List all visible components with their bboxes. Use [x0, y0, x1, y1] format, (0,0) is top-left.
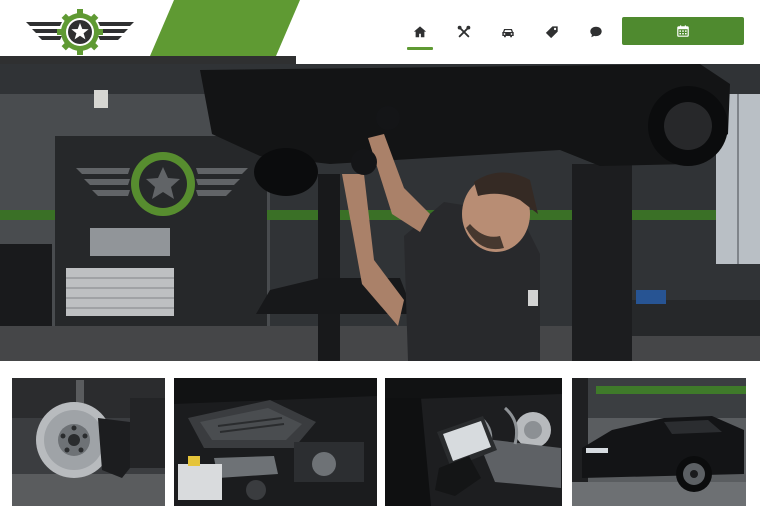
- gallery-thumb-brakes[interactable]: [12, 378, 165, 506]
- gallery-thumb-engine[interactable]: [174, 378, 377, 506]
- header-dark-stripe: [0, 56, 296, 64]
- hero-photo-mechanic-under-car: [0, 64, 760, 361]
- nav-home[interactable]: [398, 14, 442, 50]
- gallery-thumb-finished-car[interactable]: [572, 378, 746, 506]
- sports-car-image: [572, 378, 746, 506]
- tools-icon: [457, 25, 471, 38]
- calendar-icon: [677, 25, 689, 37]
- brake-disc-image: [12, 378, 165, 506]
- main-nav: [398, 14, 618, 50]
- logo-panel: [0, 0, 176, 64]
- site-header: [0, 0, 760, 64]
- service-gallery: [0, 361, 760, 506]
- chat-bubble-icon: [590, 26, 602, 38]
- home-icon: [413, 26, 427, 38]
- car-icon: [502, 28, 514, 38]
- nav-contact[interactable]: [574, 14, 618, 50]
- gallery-thumb-diagnostics[interactable]: [385, 378, 562, 506]
- diagnostic-tablet-image: [385, 378, 562, 506]
- hero-illustration: [0, 64, 760, 361]
- tag-icon: [545, 26, 558, 39]
- nav-vehicles[interactable]: [486, 14, 530, 50]
- nav-pricing[interactable]: [530, 14, 574, 50]
- engine-bay-image: [174, 378, 377, 506]
- nav-services[interactable]: [442, 14, 486, 50]
- book-appointment-button[interactable]: [622, 17, 744, 45]
- star-gear-wings-logo[interactable]: [22, 8, 138, 56]
- header-green-accent: [150, 0, 300, 56]
